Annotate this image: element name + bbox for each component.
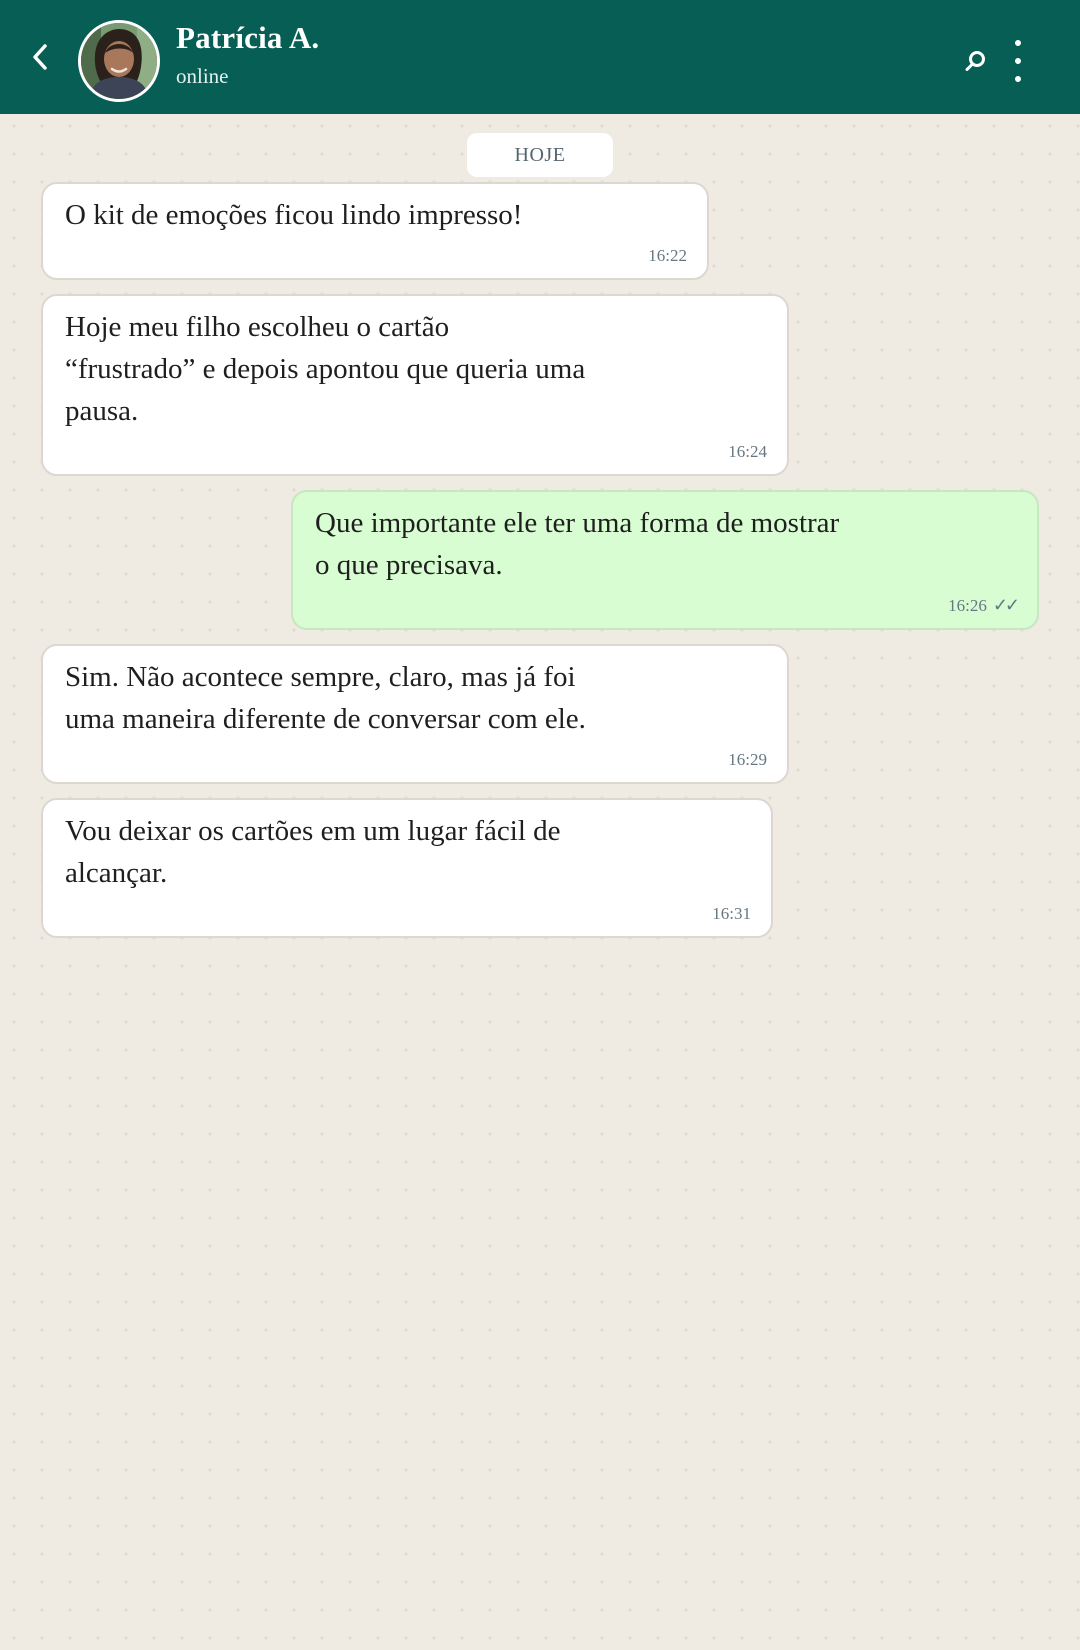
message-line: Que importante ele ter uma forma de most… bbox=[315, 507, 840, 539]
message-line: Sim. Não acontece sempre, claro, mas já … bbox=[65, 661, 576, 693]
message-text: Hoje meu filho escolheu o cartão “frustr… bbox=[65, 306, 767, 432]
message-text: Que importante ele ter uma forma de most… bbox=[315, 502, 1017, 586]
message-bubble-incoming[interactable]: Sim. Não acontece sempre, claro, mas já … bbox=[41, 644, 789, 784]
contact-status: online bbox=[176, 64, 229, 88]
chevron-left-icon bbox=[33, 44, 47, 70]
message-line: Hoje meu filho escolheu o cartão bbox=[65, 311, 450, 343]
back-button[interactable] bbox=[24, 37, 56, 77]
message-line: pausa. bbox=[65, 395, 139, 427]
message-bubble-incoming[interactable]: Hoje meu filho escolheu o cartão “frustr… bbox=[41, 294, 789, 476]
message-bubble-incoming[interactable]: Vou deixar os cartões em um lugar fácil … bbox=[41, 798, 773, 938]
read-receipt-icon: ✓✓ bbox=[992, 595, 1020, 615]
message-line: uma maneira diferente de conversar com e… bbox=[65, 703, 586, 735]
more-vertical-icon[interactable] bbox=[1008, 40, 1028, 82]
message-time: 16:22 bbox=[648, 246, 687, 265]
message-text: O kit de emoções ficou lindo impresso! bbox=[65, 199, 523, 231]
message-text: Vou deixar os cartões em um lugar fácil … bbox=[65, 810, 751, 894]
message-time: 16:31 bbox=[712, 904, 751, 923]
message-line: “frustrado” e depois apontou que queria … bbox=[65, 353, 586, 385]
contact-name[interactable]: Patrícia A. bbox=[176, 20, 319, 56]
avatar-photo bbox=[81, 23, 157, 99]
message-line: Vou deixar os cartões em um lugar fácil … bbox=[65, 815, 561, 847]
message-time-text: 16:26 bbox=[948, 596, 987, 615]
message-time: 16:26 ✓✓ bbox=[948, 595, 1020, 616]
message-text: Sim. Não acontece sempre, claro, mas já … bbox=[65, 656, 767, 740]
date-chip: HOJE bbox=[467, 133, 613, 177]
message-bubble-outgoing[interactable]: Que importante ele ter uma forma de most… bbox=[291, 490, 1039, 630]
search-button[interactable] bbox=[958, 44, 992, 78]
avatar[interactable] bbox=[78, 20, 160, 102]
search-icon bbox=[965, 51, 985, 71]
chat-header: Patrícia A. online bbox=[0, 0, 1080, 114]
message-line: o que precisava. bbox=[315, 549, 503, 581]
message-line: alcançar. bbox=[65, 857, 168, 889]
message-time: 16:29 bbox=[728, 750, 767, 769]
message-bubble-incoming[interactable]: O kit de emoções ficou lindo impresso! 1… bbox=[41, 182, 709, 280]
message-time: 16:24 bbox=[728, 442, 767, 461]
